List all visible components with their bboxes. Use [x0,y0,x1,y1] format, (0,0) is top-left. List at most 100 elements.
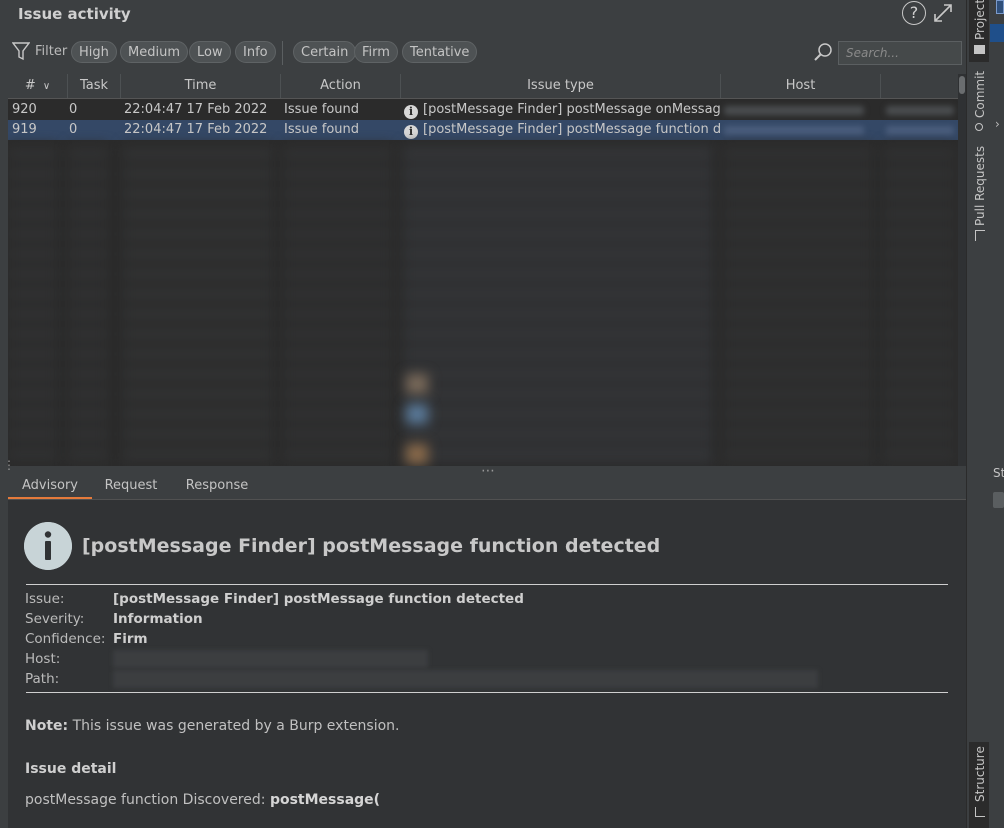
redacted-path-value [113,670,818,688]
blurred-column [883,144,955,466]
side-tab-structure[interactable]: Structure [969,742,989,828]
filter-chip-firm[interactable]: Firm [354,41,398,63]
column-header-host[interactable]: Host [721,74,881,98]
structure-icon [975,807,985,817]
side-tab-label: Commit [973,70,987,118]
column-header-time[interactable]: Time [121,74,281,98]
issue-type-text: [postMessage Finder] postMessage functio… [423,122,720,137]
dropdown-chevron-icon[interactable] [990,24,1004,42]
detail-body: postMessage function Discovered: [25,792,270,808]
expand-icon[interactable] [932,2,954,24]
field-value-confidence: Firm [113,631,148,647]
issue-type-text: [postMessage Finder] postMessage onMessa… [423,102,720,117]
cell-issue-type: i [postMessage Finder] postMessage functi… [404,120,720,140]
cell-issue-type: i [postMessage Finder] postMessage onMess… [404,100,720,120]
cell-number: 920 [12,102,37,117]
pull-request-icon [975,230,985,241]
note-body: This issue was generated by a Burp exten… [68,718,400,734]
detail-tabs: Advisory Request Response [8,475,966,500]
title-bar: Issue activity ? [0,0,966,32]
structure-label-cut: Str [993,466,1004,480]
field-label-issue: Issue: [25,591,65,607]
field-label-confidence: Confidence: [25,631,106,647]
column-header-number[interactable]: # ∨ [8,74,68,98]
divider [26,584,948,585]
info-icon: i [404,125,418,139]
chevron-right-icon[interactable]: › [995,117,1000,131]
chevron-down-icon: ∨ [42,81,51,92]
issue-detail-text: postMessage function Discovered: postMes… [25,792,380,808]
issue-detail-heading: Issue detail [25,761,117,777]
blurred-column [8,144,58,466]
cell-action: Issue found [284,122,360,137]
redacted-extra [886,106,954,115]
right-tool-stripe: Project Commit Pull Requests Structure › [966,0,1004,828]
side-tab-label: Project [973,0,987,40]
filter-label: Filter [35,44,68,59]
table-row[interactable]: 920 0 22:04:47 17 Feb 2022 Issue found i… [8,100,958,120]
toolbar-icon[interactable] [993,492,1004,508]
table-scrollbar[interactable] [958,74,966,466]
panel-splitter[interactable]: ⋮ ⋯ [0,459,966,479]
note-text: Note: This issue was generated by a Burp… [25,718,400,734]
info-icon [24,522,72,570]
filter-chip-medium[interactable]: Medium [120,41,188,63]
column-header-issue-type[interactable]: Issue type [401,74,721,98]
field-value-issue: [postMessage Finder] postMessage functio… [113,591,524,607]
filter-chip-low[interactable]: Low [189,41,231,63]
divider [26,692,948,693]
blurred-icon [406,374,428,394]
tab-request[interactable]: Request [92,475,170,499]
side-tab-label: Pull Requests [973,145,987,226]
filter-chip-tentative[interactable]: Tentative [402,41,478,63]
field-label-host: Host: [25,651,61,667]
advisory-title: [postMessage Finder] postMessage functio… [82,535,661,557]
filter-funnel-icon[interactable] [12,41,30,61]
field-value-severity: Information [113,611,203,627]
help-icon[interactable]: ? [902,1,926,25]
cell-time: 22:04:47 17 Feb 2022 [124,102,268,117]
blurred-column [403,144,713,466]
blurred-column [723,144,873,466]
column-header-task[interactable]: Task [68,74,121,98]
filter-chip-high[interactable]: High [71,41,117,63]
table-row-selected[interactable]: 919 0 22:04:47 17 Feb 2022 Issue found i… [8,120,958,140]
redacted-host [724,126,864,135]
folder-icon [974,45,985,54]
issue-table: # ∨ Task Time Action Issue type Host 920… [8,74,966,466]
filter-chip-certain[interactable]: Certain [293,41,357,63]
side-tab-project[interactable]: Project [969,0,989,62]
window-icon [996,0,1004,14]
cell-task: 0 [69,122,78,137]
field-label-path: Path: [25,671,60,687]
blurred-icon [406,404,428,424]
cell-time: 22:04:47 17 Feb 2022 [124,122,268,137]
side-tab-pull-requests[interactable]: Pull Requests [969,146,989,245]
blurred-column [283,144,393,466]
column-header-extra[interactable] [881,74,958,98]
drag-handle-icon[interactable]: ⋮ [3,459,15,471]
note-label: Note: [25,718,69,734]
blurred-icon [406,444,428,464]
cell-task: 0 [69,102,78,117]
tab-response[interactable]: Response [170,475,264,499]
blurred-column [123,144,273,466]
blurred-rows [8,144,958,466]
side-tab-label: Structure [973,746,987,802]
column-header-action[interactable]: Action [281,74,401,98]
column-label: # [24,78,36,93]
cell-number: 919 [12,122,37,137]
search-input[interactable] [838,41,962,65]
cell-action: Issue found [284,102,360,117]
redacted-host-value [113,650,428,668]
filter-bar: Filter High Medium Low Info Certain Firm… [0,36,966,70]
redacted-host [724,106,864,115]
scrollbar-thumb[interactable] [959,76,965,94]
filter-chip-info[interactable]: Info [235,41,276,63]
detail-code: postMessage( [269,792,381,808]
info-icon: i [404,105,418,119]
commit-icon [975,123,983,131]
tab-advisory[interactable]: Advisory [8,475,92,499]
side-tab-commit[interactable]: Commit [969,70,989,136]
search-icon[interactable] [813,42,833,62]
